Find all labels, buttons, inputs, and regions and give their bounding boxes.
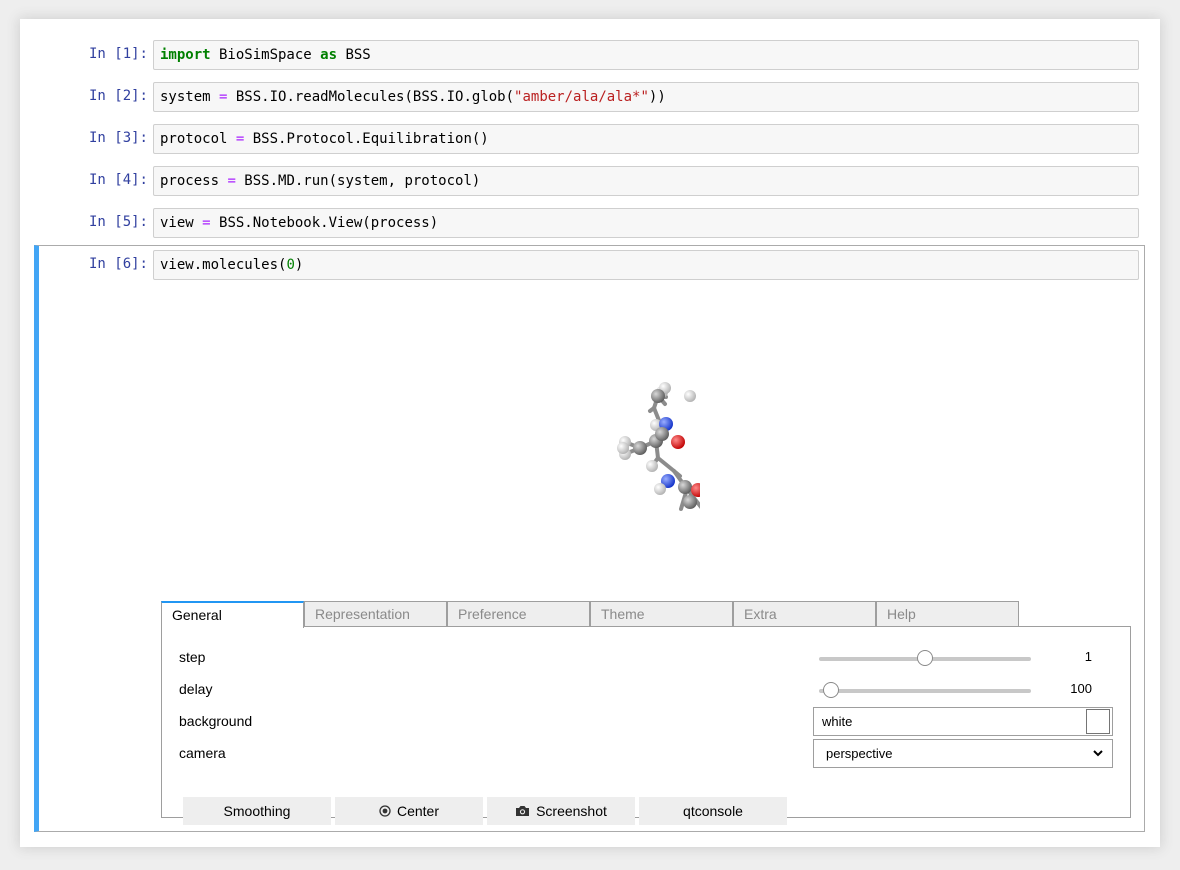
code-input[interactable]: import BioSimSpace as BSS	[153, 40, 1139, 70]
code-token: )	[294, 257, 304, 273]
tab-help[interactable]: Help	[876, 601, 1019, 627]
input-prompt: In [4]:	[88, 172, 148, 188]
background-color-value: white	[822, 714, 853, 729]
camera-selected-value: perspective	[826, 746, 893, 761]
screenshot-button[interactable]: Screenshot	[487, 797, 635, 825]
delay-label: delay	[179, 681, 213, 697]
screenshot-button-label: Screenshot	[536, 803, 607, 819]
code-token: as	[320, 47, 338, 63]
code-token: process	[160, 173, 228, 189]
code-token: BSS.Notebook.View(process)	[210, 215, 439, 231]
code-token: =	[202, 215, 211, 231]
tab-preference[interactable]: Preference	[447, 601, 590, 627]
code-token: "amber/ala/ala*"	[514, 89, 649, 105]
step-slider[interactable]	[819, 650, 1031, 666]
smoothing-button-label: Smoothing	[223, 803, 291, 819]
step-label: step	[179, 649, 206, 665]
code-input[interactable]: view.molecules(0)	[153, 250, 1139, 280]
tab-theme[interactable]: Theme	[590, 601, 733, 627]
code-input[interactable]: process = BSS.MD.run(system, protocol)	[153, 166, 1139, 196]
input-prompt: In [2]:	[88, 88, 148, 104]
input-prompt: In [5]:	[88, 214, 148, 230]
chevron-down-icon	[1093, 750, 1103, 757]
background-label: background	[179, 713, 253, 729]
code-token: BSS.IO.readMolecules(BSS.IO.glob(	[227, 89, 515, 105]
color-swatch[interactable]	[1086, 709, 1110, 734]
code-token: 0	[286, 257, 295, 273]
tab-general[interactable]: General	[161, 601, 304, 628]
tab-extra[interactable]: Extra	[733, 601, 876, 627]
widget-tabbar: General Representation Preference Theme …	[161, 601, 1021, 628]
bullseye-icon	[379, 805, 391, 817]
code-token: ))	[648, 89, 666, 105]
delay-value: 100	[1070, 681, 1092, 696]
code-token: BSS.MD.run(system, protocol)	[235, 173, 481, 189]
smoothing-button[interactable]: Smoothing	[183, 797, 331, 825]
code-token: system	[160, 89, 220, 105]
input-prompt: In [3]:	[88, 130, 148, 146]
nglview-widget: General Representation Preference Theme …	[161, 601, 1131, 825]
qtconsole-button[interactable]: qtconsole	[639, 797, 787, 825]
notebook-container: In [1]: import BioSimSpace as BSS In [2]…	[20, 19, 1160, 847]
camera-icon	[516, 806, 530, 816]
background-color-input[interactable]: white	[813, 707, 1113, 736]
delay-slider[interactable]	[819, 682, 1031, 698]
tab-representation[interactable]: Representation	[304, 601, 447, 627]
input-prompt: In [1]:	[88, 46, 148, 62]
molecule-viewer[interactable]	[580, 359, 700, 519]
qtconsole-button-label: qtconsole	[683, 803, 743, 819]
code-token: BSS	[337, 47, 371, 63]
delay-slider-handle[interactable]	[823, 682, 839, 698]
step-value: 1	[1084, 649, 1092, 664]
code-input[interactable]: protocol = BSS.Protocol.Equilibration()	[153, 124, 1139, 154]
camera-select[interactable]: perspective	[813, 739, 1113, 768]
code-token: view.molecules(	[160, 257, 287, 273]
code-input[interactable]: view = BSS.Notebook.View(process)	[153, 208, 1139, 238]
code-token: BioSimSpace	[210, 47, 321, 63]
code-token: BSS.Protocol.Equilibration()	[244, 131, 489, 147]
code-token: view	[160, 215, 203, 231]
code-token: protocol	[160, 131, 236, 147]
center-button-label: Center	[396, 803, 440, 819]
center-button[interactable]: Center	[335, 797, 483, 825]
step-slider-handle[interactable]	[917, 650, 933, 666]
code-token: import	[160, 47, 211, 63]
input-prompt: In [6]:	[88, 256, 148, 272]
general-tab-panel: step 1 delay 100 background white camera…	[161, 626, 1131, 825]
code-token: =	[227, 173, 236, 189]
camera-label: camera	[179, 745, 226, 761]
code-input[interactable]: system = BSS.IO.readMolecules(BSS.IO.glo…	[153, 82, 1139, 112]
